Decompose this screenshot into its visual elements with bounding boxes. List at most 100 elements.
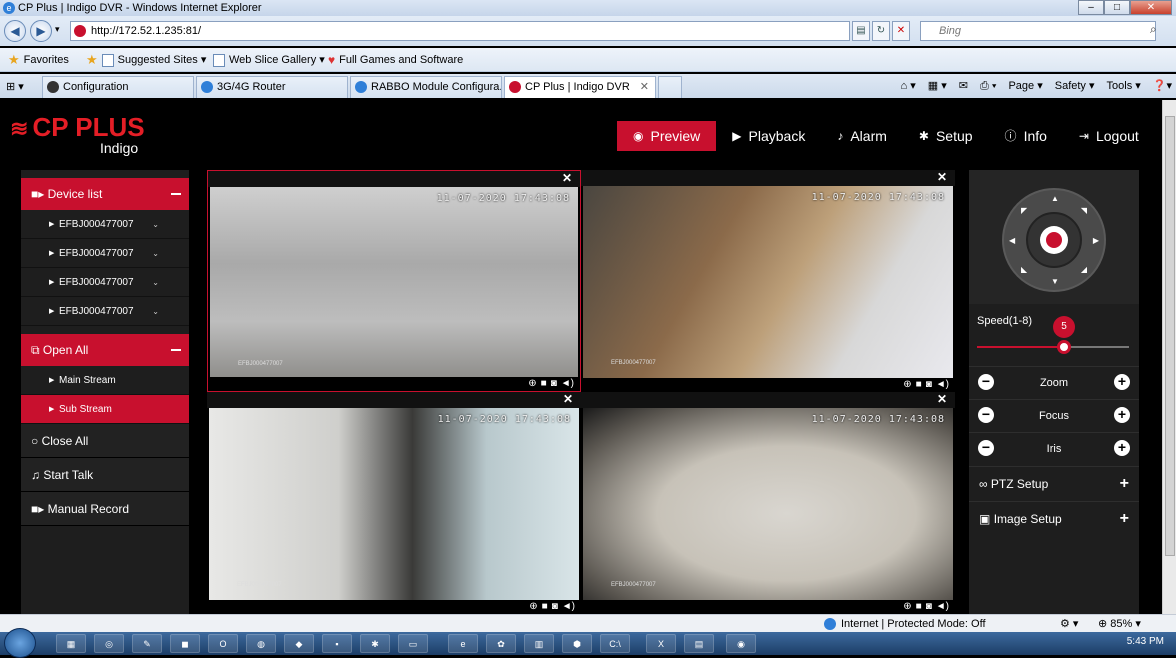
image-setup-row[interactable]: ▣ Image Setup + [969, 501, 1139, 535]
new-tab-button[interactable] [658, 76, 682, 98]
app-icon[interactable]: ✱ [360, 634, 390, 653]
open-all-header[interactable]: ⧉ Open All [21, 334, 189, 366]
arrow-left-icon[interactable]: ◀ [1009, 236, 1015, 245]
zoom-in-button[interactable]: + [1114, 374, 1130, 390]
camera-view[interactable]: ✕ 11-07-2020 17:43:08 EFBJ000477007 ⊕ ■ ◙ ◄… [207, 170, 581, 392]
security-zone[interactable]: Internet | Protected Mode: Off [824, 615, 986, 633]
arrow-down-left-icon[interactable]: ◣ [1021, 265, 1027, 274]
start-button[interactable] [4, 628, 36, 658]
forward-button[interactable]: ▶ [30, 20, 52, 42]
folder-icon[interactable]: ▤ [684, 634, 714, 653]
compat-view-icon[interactable]: ▤ [852, 21, 870, 41]
tab-rabbo[interactable]: RABBO Module Configura... [350, 76, 502, 98]
outlook-icon[interactable]: O [208, 634, 238, 653]
app-icon[interactable]: ✎ [132, 634, 162, 653]
device-item[interactable]: ▶ EFBJ000477007 ⌄ [21, 210, 189, 239]
snapshot-icon[interactable]: ◙ [926, 600, 932, 614]
tab-cpplus[interactable]: CP Plus | Indigo DVR ✕ [504, 76, 656, 98]
fav-link-suggested[interactable]: ★ Suggested Sites ▾ [86, 48, 206, 72]
collapse-icon[interactable] [171, 349, 181, 351]
cmd-icon[interactable]: C:\ [600, 634, 630, 653]
refresh-icon[interactable]: ↻ [872, 21, 890, 41]
app-icon[interactable]: ◉ [726, 634, 756, 653]
fav-link-webslice[interactable]: Web Slice Gallery ▾ [213, 48, 325, 72]
safety-menu[interactable]: Safety ▾ [1055, 78, 1095, 94]
camera-view[interactable]: ✕ 11-07-2020 17:43:08 EFBJ000477007 ⊕ ■ ◙ ◄… [207, 392, 581, 614]
ptz-direction-ring[interactable]: ▲ ▼ ◀ ▶ ◤ ◥ ◣ ◢ [1002, 188, 1106, 292]
tab-router[interactable]: 3G/4G Router [196, 76, 348, 98]
scrollbar-thumb[interactable] [1165, 116, 1175, 556]
snapshot-icon[interactable]: ◙ [551, 377, 557, 391]
close-view-icon[interactable]: ✕ [937, 392, 947, 406]
record-icon[interactable]: ■ [916, 378, 922, 392]
expand-plus-icon[interactable]: + [1120, 467, 1129, 501]
camera-view[interactable]: ✕ 11-07-2020 17:43:08 EFBJ000477007 ⊕ ■ ◙ ◄… [581, 170, 955, 392]
stream-main[interactable]: ▶ Main Stream [21, 366, 189, 395]
start-talk-button[interactable]: ♫ Start Talk [21, 458, 189, 492]
speed-slider-track[interactable] [977, 346, 1129, 348]
search-input[interactable]: Bing [920, 21, 1156, 41]
focus-minus-button[interactable]: − [978, 407, 994, 423]
audio-icon[interactable]: ◄) [936, 378, 949, 392]
app-icon[interactable]: ◼ [170, 634, 200, 653]
history-dropdown-icon[interactable]: ▾ [55, 24, 60, 35]
zoom-level[interactable]: ⊕ 85% ▾ [1098, 615, 1141, 633]
favorites-button[interactable]: ★ Favorites [8, 48, 69, 72]
feeds-icon[interactable]: ▦ ▾ [928, 78, 947, 94]
audio-icon[interactable]: ◄) [561, 377, 574, 391]
iris-plus-button[interactable]: + [1114, 440, 1130, 456]
ptz-setup-row[interactable]: ∞ PTZ Setup + [969, 466, 1139, 500]
device-item[interactable]: ▶ EFBJ000477007 ⌄ [21, 297, 189, 326]
arrow-down-icon[interactable]: ▼ [1051, 277, 1059, 286]
speed-slider-handle[interactable] [1057, 340, 1071, 354]
help-icon[interactable]: ❓▾ [1153, 78, 1172, 94]
arrow-up-right-icon[interactable]: ◥ [1081, 206, 1087, 215]
search-icon[interactable]: ⌕ [1150, 22, 1157, 37]
record-icon[interactable]: ■ [916, 600, 922, 614]
zoom-icon[interactable]: ⊕ [529, 600, 537, 614]
zoom-icon[interactable]: ⊕ [903, 378, 911, 392]
chevron-down-icon[interactable]: ⌄ [152, 297, 159, 326]
app-icon[interactable]: ◍ [246, 634, 276, 653]
camera-feed[interactable]: 11-07-2020 17:43:08 EFBJ000477007 [210, 187, 578, 379]
nav-info[interactable]: ⓘ Info [989, 121, 1063, 151]
snapshot-icon[interactable]: ◙ [552, 600, 558, 614]
ptz-center-button[interactable] [1040, 226, 1068, 254]
camera-feed[interactable]: 11-07-2020 17:43:08 EFBJ000477007 [209, 408, 579, 600]
print-icon[interactable]: ⎙ ▾ [980, 78, 996, 94]
nav-logout[interactable]: ⇥ Logout [1063, 121, 1155, 151]
tools-menu[interactable]: Tools ▾ [1107, 78, 1141, 94]
arrow-up-icon[interactable]: ▲ [1051, 194, 1059, 203]
iris-minus-button[interactable]: − [978, 440, 994, 456]
audio-icon[interactable]: ◄) [936, 600, 949, 614]
close-tab-icon[interactable]: ✕ [640, 77, 649, 97]
expand-plus-icon[interactable]: + [1120, 502, 1129, 536]
maximize-button[interactable]: □ [1104, 0, 1130, 15]
device-list-header[interactable]: ■▸ Device list [21, 178, 189, 210]
url-input[interactable]: http://172.52.1.235:81/ [70, 21, 850, 41]
app-icon[interactable]: ⬢ [562, 634, 592, 653]
camera-view[interactable]: ✕ 11-07-2020 17:43:08 EFBJ000477007 ⊕ ■ ◙ ◄… [581, 392, 955, 614]
nav-alarm[interactable]: ♪ Alarm [821, 121, 903, 151]
app-icon[interactable]: ▦ [56, 634, 86, 653]
app-icon[interactable]: ▭ [398, 634, 428, 653]
app-icon[interactable]: ▥ [524, 634, 554, 653]
audio-icon[interactable]: ◄) [562, 600, 575, 614]
record-icon[interactable]: ■ [542, 600, 548, 614]
stop-icon[interactable]: ✕ [892, 21, 910, 41]
camera-feed[interactable]: 11-07-2020 17:43:08 EFBJ000477007 [583, 408, 953, 600]
chevron-down-icon[interactable]: ⌄ [152, 239, 159, 268]
app-icon[interactable]: ▪ [322, 634, 352, 653]
collapse-icon[interactable] [171, 193, 181, 195]
fav-link-games[interactable]: ♥ Full Games and Software [328, 48, 463, 72]
app-icon[interactable]: ✿ [486, 634, 516, 653]
app-icon[interactable]: ◆ [284, 634, 314, 653]
minimize-button[interactable]: – [1078, 0, 1104, 15]
record-icon[interactable]: ■ [541, 377, 547, 391]
arrow-down-right-icon[interactable]: ◢ [1081, 265, 1087, 274]
nav-playback[interactable]: ▶ Playback [716, 121, 821, 151]
home-icon[interactable]: ⌂ ▾ [901, 78, 916, 94]
close-view-icon[interactable]: ✕ [562, 171, 572, 185]
mail-icon[interactable]: ✉ [959, 78, 968, 94]
back-button[interactable]: ◀ [4, 20, 26, 42]
